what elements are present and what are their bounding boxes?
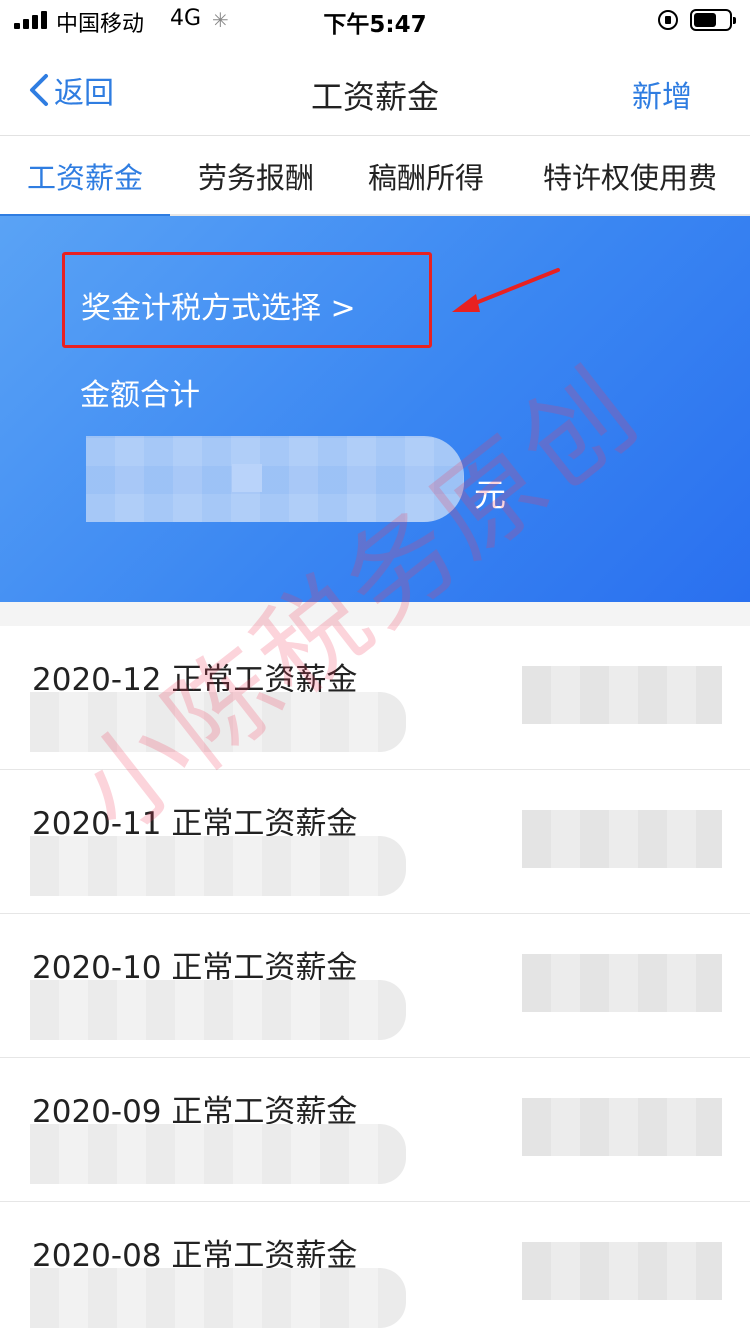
total-amount-redacted [86,436,464,522]
tab-author-remuneration[interactable]: 稿酬所得 [342,136,510,216]
annotation-arrow-icon [452,268,560,312]
bonus-tax-method-link[interactable]: 奖金计税方式选择 > [81,283,356,327]
record-amount-redacted [522,954,722,1012]
status-bar: 中国移动 4G ✳ 下午5:47 [0,0,750,40]
battery-icon [690,9,736,31]
record-amount-redacted [522,1242,722,1300]
record-amount-redacted [522,666,722,724]
summary-panel: 奖金计税方式选择 > 金额合计 元 [0,216,750,602]
tab-salary[interactable]: 工资薪金 [0,136,170,218]
tab-labor-remuneration[interactable]: 劳务报酬 [170,136,342,216]
bonus-method-highlight: 奖金计税方式选择 > [62,252,432,348]
list-item[interactable]: 2020-09 正常工资薪金 [0,1058,750,1202]
currency-unit: 元 [474,476,507,514]
list-item[interactable]: 2020-11 正常工资薪金 [0,770,750,914]
list-item[interactable]: 2020-08 正常工资薪金 [0,1202,750,1334]
record-detail-redacted [30,980,406,1040]
record-detail-redacted [30,1124,406,1184]
orientation-lock-icon [658,10,678,30]
list-item[interactable]: 2020-10 正常工资薪金 [0,914,750,1058]
income-record-list: 2020-12 正常工资薪金 2020-11 正常工资薪金 2020-10 正常… [0,626,750,1334]
record-amount-redacted [522,1098,722,1156]
navigation-bar: 返回 工资薪金 新增 [0,40,750,136]
list-item[interactable]: 2020-12 正常工资薪金 [0,626,750,770]
record-amount-redacted [522,810,722,868]
income-type-tabs: 工资薪金 劳务报酬 稿酬所得 特许权使用费 [0,136,750,218]
total-amount-label: 金额合计 [80,378,200,413]
add-button[interactable]: 新增 [632,72,692,116]
record-detail-redacted [30,692,406,752]
tab-royalties[interactable]: 特许权使用费 [510,136,750,216]
record-detail-redacted [30,836,406,896]
status-time: 下午5:47 [323,12,427,38]
record-detail-redacted [30,1268,406,1328]
